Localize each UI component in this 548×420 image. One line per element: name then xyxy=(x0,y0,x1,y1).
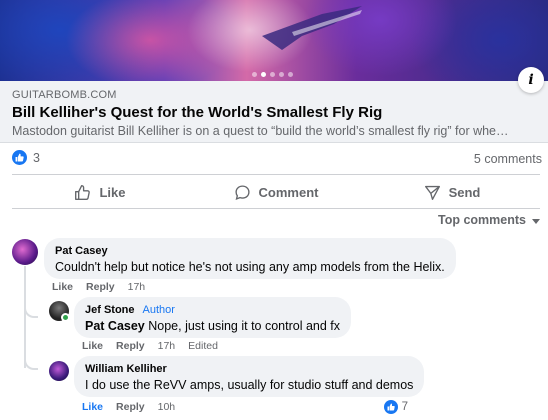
post-action-bar: Like Comment Send xyxy=(12,177,540,207)
comment-reply-link[interactable]: Reply xyxy=(116,401,145,413)
commenter-name[interactable]: Jef Stone xyxy=(85,304,135,316)
send-button[interactable]: Send xyxy=(364,177,540,207)
mention-link[interactable]: Pat Casey xyxy=(85,319,145,333)
avatar[interactable] xyxy=(12,239,38,265)
carousel-dot[interactable] xyxy=(288,72,293,77)
comment-reaction-count: 7 xyxy=(401,401,408,413)
article-image[interactable] xyxy=(0,0,548,81)
comment-reply-link[interactable]: Reply xyxy=(86,281,115,293)
author-badge: Author xyxy=(142,304,175,316)
comment-time[interactable]: 17h xyxy=(128,281,146,293)
like-label: Like xyxy=(99,184,126,200)
like-button[interactable]: Like xyxy=(12,177,188,207)
link-domain: GUITARBOMB.COM xyxy=(12,89,117,101)
comment-time[interactable]: 10h xyxy=(158,401,176,413)
commenter-name[interactable]: William Kelliher xyxy=(85,363,167,375)
comment-header: Pat Casey xyxy=(55,245,445,257)
thumbs-up-icon xyxy=(75,184,91,200)
online-status-indicator xyxy=(61,313,70,322)
comment-like-link[interactable]: Like xyxy=(82,401,103,413)
comment-time[interactable]: 17h xyxy=(158,340,176,352)
commenter-name[interactable]: Pat Casey xyxy=(55,245,108,257)
comment-header: William Kelliher xyxy=(85,363,413,375)
sort-label: Top comments xyxy=(438,213,526,227)
comment-button[interactable]: Comment xyxy=(188,177,364,207)
comment-text-body: Nope, just using it to control and fx xyxy=(144,319,341,333)
comment-reply-link[interactable]: Reply xyxy=(116,340,145,352)
guitar-silhouette xyxy=(262,6,362,50)
reactions-summary[interactable]: 3 xyxy=(12,150,40,165)
carousel-dot[interactable] xyxy=(270,72,275,77)
link-preview[interactable]: i GUITARBOMB.COM Bill Kelliher's Quest f… xyxy=(0,67,548,143)
comment-meta: Like Reply 17h xyxy=(52,281,145,293)
send-icon xyxy=(424,185,440,200)
like-reaction-icon xyxy=(383,400,398,414)
comment-meta: Like Reply 17h Edited xyxy=(82,340,218,352)
comment-text: Pat Casey Nope, just using it to control… xyxy=(85,319,340,333)
comment-bubble: Pat Casey Couldn't help but notice he's … xyxy=(44,238,456,279)
comment-label: Comment xyxy=(258,184,319,200)
reaction-count: 3 xyxy=(33,150,40,165)
carousel-dot[interactable] xyxy=(252,72,257,77)
avatar[interactable] xyxy=(49,361,69,381)
comment-header: Jef Stone Author xyxy=(85,304,340,316)
comment-bubble: Jef Stone Author Pat Casey Nope, just us… xyxy=(74,297,352,338)
comment-reactions[interactable]: 7 xyxy=(383,400,408,414)
comment-bubble: William Kelliher I do use the ReVV amps,… xyxy=(74,356,425,397)
thread-connector xyxy=(24,358,38,370)
comment-text: Couldn't help but notice he's not using … xyxy=(55,260,445,274)
comment-text: I do use the ReVV amps, usually for stud… xyxy=(85,378,414,392)
comments-count[interactable]: 5 comments xyxy=(474,152,542,166)
edited-label[interactable]: Edited xyxy=(188,340,218,352)
comment-like-link[interactable]: Like xyxy=(82,340,103,352)
comment-meta: Like Reply 10h xyxy=(82,401,175,413)
comment-icon xyxy=(234,184,250,200)
carousel-dot-active[interactable] xyxy=(261,72,266,77)
like-reaction-icon xyxy=(12,150,27,165)
carousel-dots xyxy=(252,72,293,77)
info-icon[interactable]: i xyxy=(518,67,544,93)
divider xyxy=(12,208,540,209)
caret-down-icon xyxy=(532,218,540,224)
thread-connector xyxy=(24,306,38,318)
comment-like-link[interactable]: Like xyxy=(52,281,73,293)
send-label: Send xyxy=(448,184,481,200)
link-title[interactable]: Bill Kelliher's Quest for the World's Sm… xyxy=(12,104,382,121)
divider xyxy=(12,174,540,175)
link-description: Mastodon guitarist Bill Kelliher is on a… xyxy=(12,124,512,138)
carousel-dot[interactable] xyxy=(279,72,284,77)
comment-sort-dropdown[interactable]: Top comments xyxy=(438,213,540,227)
